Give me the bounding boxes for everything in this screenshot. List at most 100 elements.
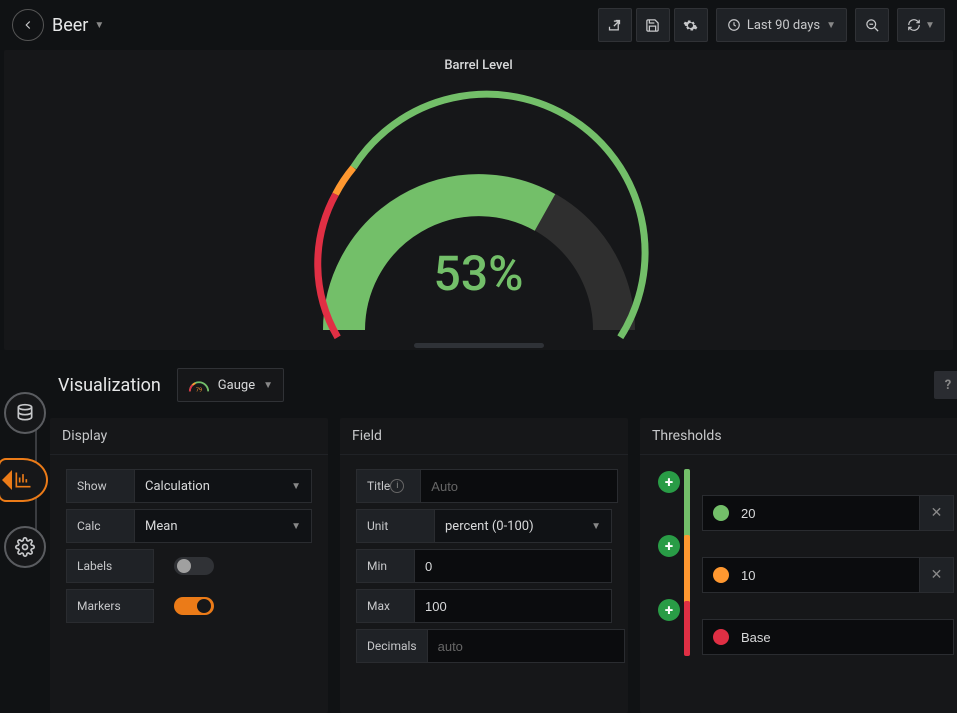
display-markers-toggle[interactable]	[174, 597, 214, 615]
threshold-color-swatch[interactable]	[713, 629, 729, 645]
visualization-row: Visualization 79 Gauge ▼ ?	[50, 364, 957, 406]
caret-down-icon: ▼	[591, 521, 601, 532]
field-unit-label: Unit	[356, 509, 434, 543]
threshold-row	[702, 619, 954, 655]
visualization-name: Gauge	[218, 378, 255, 393]
share-button[interactable]	[598, 8, 632, 42]
editor-tab-visualization[interactable]	[0, 458, 48, 502]
field-min-input[interactable]	[414, 549, 612, 583]
field-decimals-input[interactable]	[427, 629, 625, 663]
refresh-icon	[907, 18, 921, 32]
section-field: Field Titlei Unit percent (0-100) ▼ Min	[340, 418, 628, 713]
info-icon: i	[390, 479, 404, 493]
share-icon	[607, 18, 622, 33]
zoom-out-icon	[865, 18, 880, 33]
section-display-heading: Display	[50, 418, 328, 455]
display-show-row: Show Calculation▼	[66, 469, 312, 503]
threshold-value-input[interactable]	[739, 558, 919, 592]
threshold-delete-button[interactable]: ✕	[919, 496, 953, 530]
save-icon	[645, 18, 660, 33]
gauge-chart	[289, 90, 669, 350]
field-unit-value: percent (0-100)	[445, 519, 534, 534]
field-title-label: Titlei	[356, 469, 420, 503]
display-calc-select[interactable]: Mean ▼	[134, 509, 312, 543]
field-min-row: Min	[356, 549, 612, 583]
thresholds-bar: + + +	[656, 469, 692, 669]
editor-body: Visualization 79 Gauge ▼ ? Display Show …	[50, 350, 957, 713]
field-max-row: Max	[356, 589, 612, 623]
threshold-bar-segment	[684, 535, 690, 605]
display-show-label: Show	[66, 469, 134, 503]
chart-icon	[13, 470, 33, 490]
editor-tab-rail	[0, 350, 50, 713]
dashboard-title-dropdown[interactable]: Beer ▼	[52, 15, 104, 36]
editor-tab-queries[interactable]	[4, 392, 46, 434]
gauge-svg	[289, 90, 669, 350]
svg-text:79: 79	[196, 387, 202, 393]
visualization-label: Visualization	[58, 375, 161, 396]
gear-icon	[15, 537, 35, 557]
display-calc-label: Calc	[66, 509, 134, 543]
visualization-picker[interactable]: 79 Gauge ▼	[177, 368, 284, 402]
threshold-add-button[interactable]: +	[658, 535, 680, 557]
threshold-color-swatch[interactable]	[713, 505, 729, 521]
gauge-value: 53%	[4, 245, 953, 302]
display-markers-label: Markers	[66, 589, 154, 623]
display-show-select[interactable]: Calculation▼	[134, 469, 312, 503]
clock-icon	[727, 18, 741, 32]
panel-title: Barrel Level	[4, 58, 953, 73]
top-bar: Beer ▼ Last 90 days ▼ ▼	[0, 0, 957, 50]
refresh-button[interactable]: ▼	[897, 8, 945, 42]
threshold-add-button[interactable]: +	[658, 471, 680, 493]
caret-down-icon: ▼	[826, 20, 836, 31]
threshold-row: ✕	[702, 557, 954, 593]
display-labels-row: Labels	[66, 549, 312, 583]
field-unit-row: Unit percent (0-100) ▼	[356, 509, 612, 543]
toolbar-group	[598, 8, 708, 42]
display-show-value: Calculation	[145, 479, 210, 494]
field-max-label: Max	[356, 589, 414, 623]
field-decimals-row: Decimals	[356, 629, 612, 663]
display-labels-toggle[interactable]	[174, 557, 214, 575]
dashboard-title: Beer	[52, 15, 88, 36]
caret-down-icon: ▼	[291, 521, 301, 532]
threshold-bar-segment	[684, 601, 690, 656]
caret-down-icon: ▼	[94, 20, 104, 31]
editor-tab-general[interactable]	[4, 526, 46, 568]
threshold-value-input[interactable]	[739, 496, 919, 530]
threshold-delete-button[interactable]: ✕	[919, 558, 953, 592]
field-title-input[interactable]	[420, 469, 618, 503]
display-labels-label: Labels	[66, 549, 154, 583]
section-field-heading: Field	[340, 418, 628, 455]
threshold-color-swatch[interactable]	[713, 567, 729, 583]
display-markers-row: Markers	[66, 589, 312, 623]
arrow-left-icon	[21, 18, 35, 32]
gauge-icon: 79	[188, 376, 210, 394]
help-button[interactable]: ?	[934, 371, 957, 399]
field-title-row: Titlei	[356, 469, 612, 503]
settings-button[interactable]	[674, 8, 708, 42]
time-range-label: Last 90 days	[747, 18, 820, 33]
display-calc-value: Mean	[145, 519, 178, 534]
threshold-add-button[interactable]: +	[658, 599, 680, 621]
panel-editor: Visualization 79 Gauge ▼ ? Display Show …	[0, 350, 957, 713]
panel-resize-handle[interactable]	[414, 343, 544, 348]
section-thresholds-heading: Thresholds	[640, 418, 957, 455]
caret-down-icon: ▼	[263, 380, 273, 391]
field-max-input[interactable]	[414, 589, 612, 623]
back-button[interactable]	[12, 9, 44, 41]
threshold-value-input[interactable]	[739, 620, 953, 654]
field-decimals-label: Decimals	[356, 629, 427, 663]
database-icon	[15, 403, 35, 423]
display-calc-row: Calc Mean ▼	[66, 509, 312, 543]
section-display: Display Show Calculation▼ Calc Mean ▼	[50, 418, 328, 713]
field-min-label: Min	[356, 549, 414, 583]
caret-down-icon: ▼	[925, 20, 935, 31]
zoom-out-button[interactable]	[855, 8, 889, 42]
save-button[interactable]	[636, 8, 670, 42]
time-range-picker[interactable]: Last 90 days ▼	[716, 8, 847, 42]
field-unit-select[interactable]: percent (0-100) ▼	[434, 509, 612, 543]
editor-sections: Display Show Calculation▼ Calc Mean▼	[50, 418, 957, 713]
section-thresholds: Thresholds + + + ✕	[640, 418, 957, 713]
threshold-bar-segment	[684, 469, 690, 539]
